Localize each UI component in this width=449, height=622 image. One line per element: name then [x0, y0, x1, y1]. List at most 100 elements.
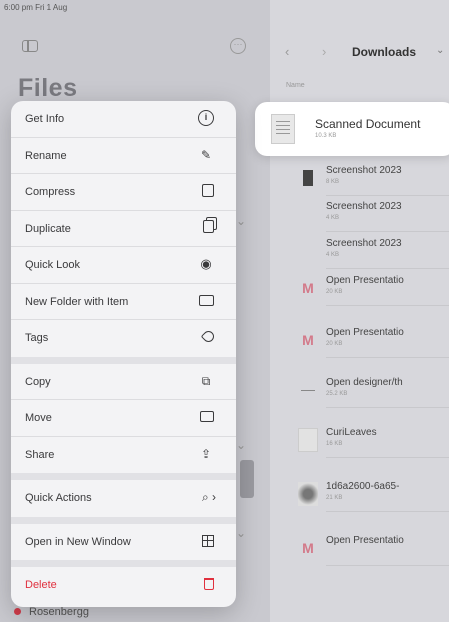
file-size: 25.2 KB [326, 391, 348, 397]
menu-item-label: Get Info [25, 113, 65, 125]
file-thumbnail [298, 378, 318, 402]
file-size: 4 KB [326, 215, 340, 221]
menu-item-label: Open in New Window [25, 535, 131, 548]
file-row[interactable]: M Open Presentatio 20 KB [290, 322, 449, 358]
file-thumbnail [298, 482, 318, 506]
folder-title[interactable]: Downloads [352, 45, 416, 59]
menu-item-label: Duplicate [25, 222, 71, 235]
menu-item-quick-actions[interactable]: Quick Actions ⌕ › [11, 480, 236, 524]
forward-chevron-icon[interactable]: › [322, 44, 326, 59]
row-divider [326, 268, 449, 269]
menu-item-label: New Folder with Item [25, 295, 129, 308]
more-options-icon[interactable]: ··· [230, 38, 246, 54]
file-size: 8 KB [326, 179, 340, 185]
menu-item-copy[interactable]: Copy ⧉ [11, 364, 236, 400]
sidebar-toggle-icon[interactable] [22, 40, 38, 52]
pencil-icon: ✎ [200, 147, 212, 162]
file-name: Open designer/th [326, 377, 403, 388]
chevron-down-icon[interactable]: ⌄ [236, 214, 246, 228]
file-row[interactable]: Screenshot 2023 4 KB [290, 196, 449, 232]
row-divider [326, 457, 449, 458]
menu-item-label: Share [25, 448, 55, 461]
menu-item-get-info[interactable]: Get Info i [11, 101, 236, 138]
file-name: Open Presentatio [326, 535, 404, 546]
file-name: Open Presentatio [326, 275, 404, 286]
file-row[interactable]: Screenshot 2023 4 KB [290, 233, 449, 269]
menu-item-label: Rename [25, 149, 67, 162]
file-size: 20 KB [326, 341, 343, 347]
eye-icon: ◉ [200, 256, 212, 271]
back-chevron-icon[interactable]: ‹ [285, 44, 289, 59]
menu-item-duplicate[interactable]: Duplicate [11, 211, 236, 247]
sidebar-selection-indicator [240, 460, 254, 498]
menu-item-label: Move [25, 412, 52, 424]
selected-file-card[interactable]: Scanned Document 10.3 KB [255, 102, 449, 156]
file-size: 10.3 KB [315, 133, 337, 139]
sidebar-title: Files [18, 74, 78, 102]
context-menu: Get Info i Rename ✎ Compress Duplicate Q… [11, 101, 236, 607]
chevron-down-icon[interactable]: ⌄ [236, 526, 246, 540]
file-thumbnail [298, 428, 318, 452]
file-name: Screenshot 2023 [326, 238, 402, 249]
menu-item-share[interactable]: Share ⇪ [11, 437, 236, 480]
row-divider [326, 231, 449, 232]
menu-item-label: Delete [25, 579, 57, 591]
menu-item-quick-look[interactable]: Quick Look ◉ [11, 247, 236, 284]
menu-item-label: Quick Actions [25, 492, 92, 504]
file-name: CuriLeaves [326, 427, 377, 438]
status-bar-time: 6:00 pm Fri 1 Aug [4, 3, 68, 12]
file-browser-background [270, 0, 449, 622]
file-thumbnail [298, 166, 318, 190]
row-divider [326, 357, 449, 358]
file-row[interactable]: Screenshot 2023 8 KB [290, 160, 449, 196]
trash-icon [204, 578, 214, 590]
document-thumbnail [271, 114, 295, 144]
new-window-icon [202, 534, 214, 547]
info-icon: i [198, 110, 214, 126]
file-row[interactable]: 1d6a2600-6a65- 21 KB [290, 476, 449, 512]
folder-move-icon [200, 411, 214, 422]
menu-item-delete[interactable]: Delete [11, 567, 236, 604]
file-size: 21 KB [326, 495, 343, 501]
menu-item-tags[interactable]: Tags [11, 320, 236, 364]
file-name: Screenshot 2023 [326, 165, 402, 176]
file-row[interactable]: M Open Presentatio [290, 530, 449, 566]
row-divider [326, 407, 449, 408]
row-divider [326, 565, 449, 566]
file-name: 1d6a2600-6a65- [326, 481, 400, 492]
share-icon: ⇪ [200, 446, 212, 461]
archive-icon [202, 184, 214, 197]
file-thumbnail: M [302, 280, 314, 296]
file-name: Scanned Document [315, 117, 421, 131]
red-tag-icon [14, 608, 21, 615]
menu-item-open-in-new-window[interactable]: Open in New Window [11, 524, 236, 567]
row-divider [326, 305, 449, 306]
menu-item-rename[interactable]: Rename ✎ [11, 138, 236, 174]
file-row[interactable]: Open designer/th 25.2 KB [290, 372, 449, 408]
menu-item-label: Compress [25, 186, 76, 198]
menu-item-new-folder-with-item[interactable]: New Folder with Item [11, 284, 236, 320]
chevron-down-icon[interactable]: ⌄ [236, 438, 246, 452]
file-size: 20 KB [326, 289, 343, 295]
file-thumbnail: M [302, 332, 314, 348]
copy-icon: ⧉ [201, 373, 211, 388]
file-thumbnail [298, 239, 318, 263]
quick-actions-icon: ⌕ › [201, 490, 217, 504]
sidebar-item-tag[interactable]: Rosenbergg [14, 606, 89, 618]
folder-plus-icon [199, 294, 214, 306]
duplicate-icon [203, 219, 214, 233]
sidebar-item-label: Rosenbergg [29, 606, 89, 618]
menu-item-move[interactable]: Move [11, 400, 236, 437]
file-row[interactable]: CuriLeaves 16 KB [290, 422, 449, 458]
file-name: Open Presentatio [326, 327, 404, 338]
column-header-name[interactable]: Name [286, 82, 305, 89]
file-row[interactable]: M Open Presentatio 20 KB [290, 270, 449, 306]
chevron-down-icon[interactable]: ⌄ [436, 45, 444, 56]
menu-item-label: Copy [25, 375, 51, 388]
row-divider [326, 511, 449, 512]
file-name: Screenshot 2023 [326, 201, 402, 212]
menu-item-label: Tags [25, 332, 49, 344]
file-thumbnail [298, 202, 318, 226]
file-thumbnail: M [302, 540, 314, 556]
menu-item-compress[interactable]: Compress [11, 174, 236, 211]
